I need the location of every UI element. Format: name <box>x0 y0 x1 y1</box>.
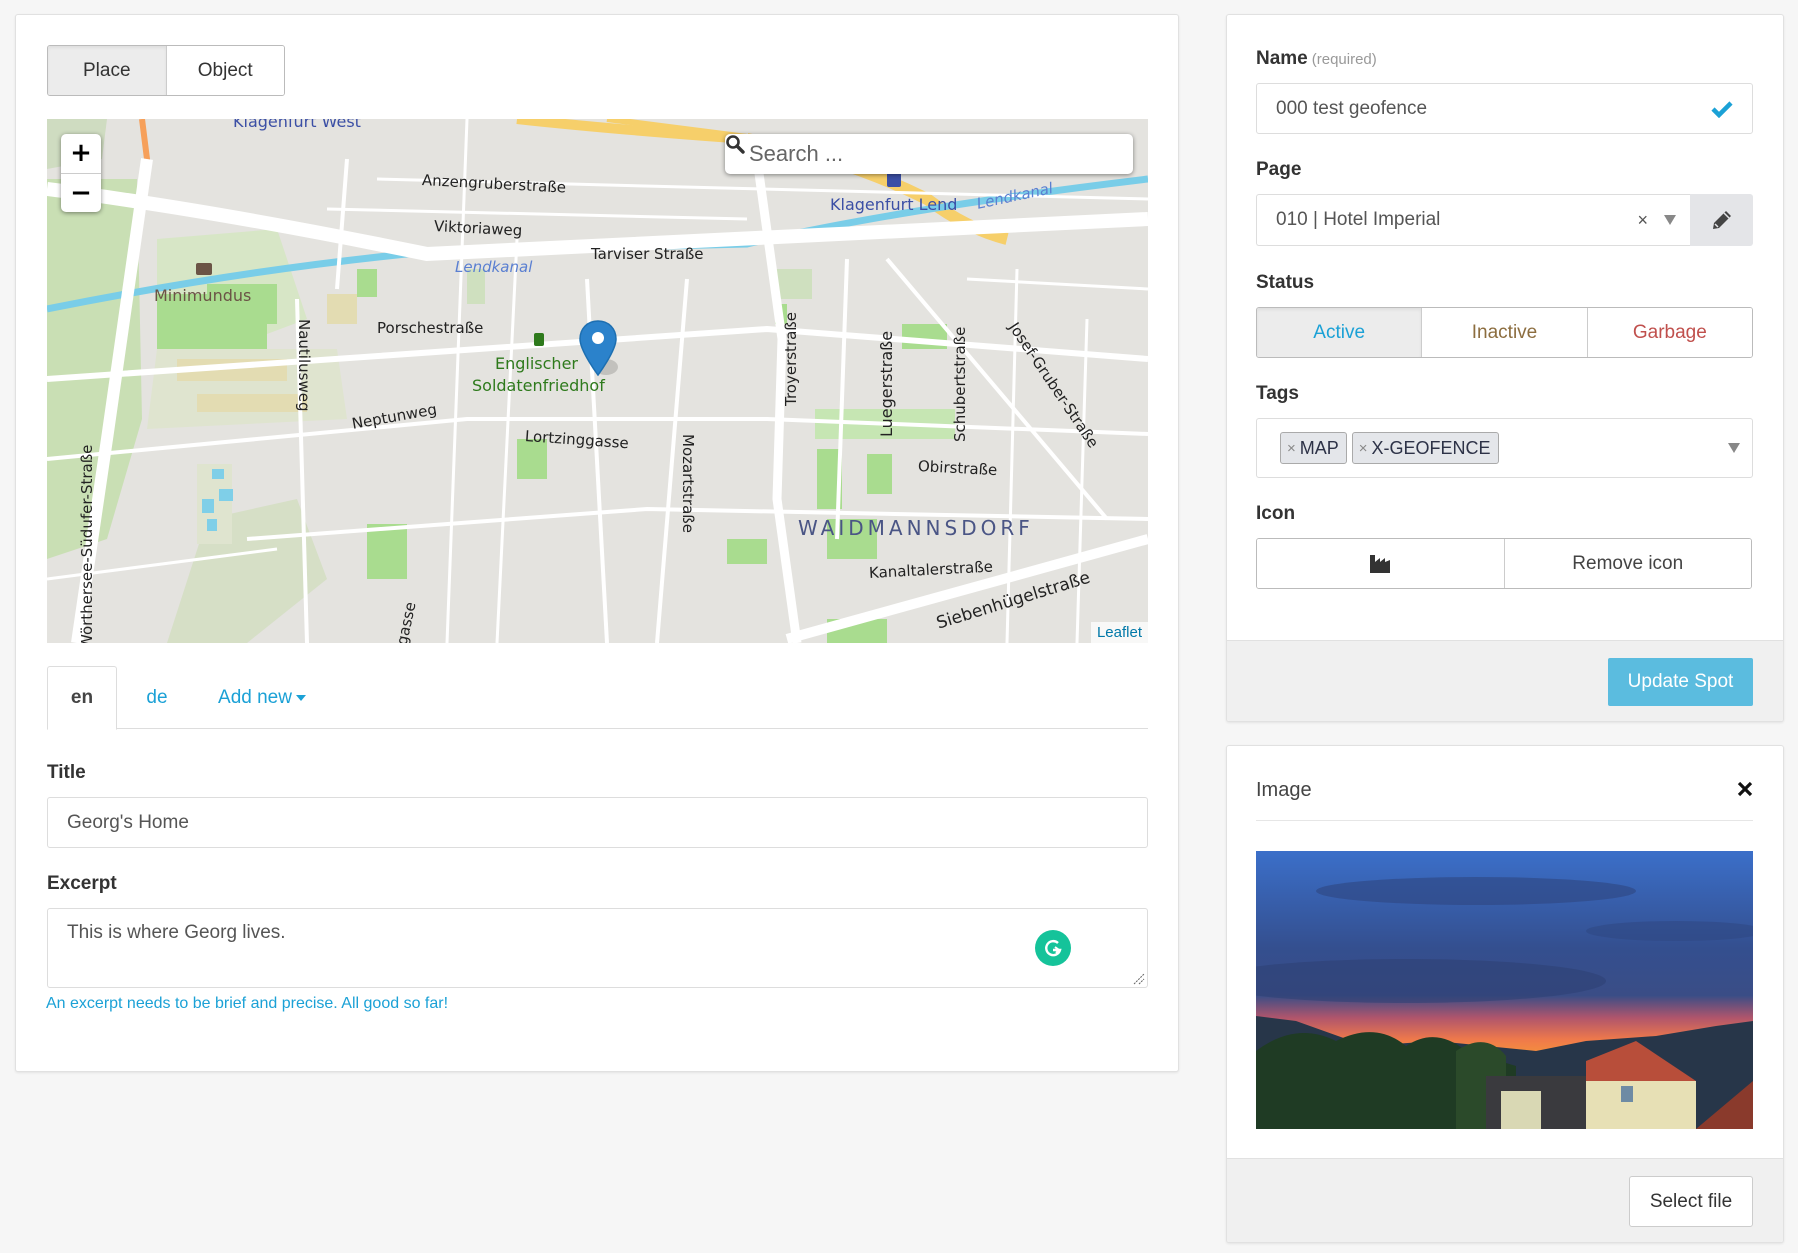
remove-icon-button[interactable]: Remove icon <box>1503 539 1751 588</box>
map-label-tarviser-strasse: Tarviser Straße <box>591 245 704 263</box>
add-new-label: Add new <box>218 686 292 708</box>
map-search-input[interactable]: Search ... <box>725 134 1133 174</box>
name-input-value: 000 test geofence <box>1276 97 1428 119</box>
tags-select[interactable]: × MAP × X-GEOFENCE <box>1256 418 1753 478</box>
map-label-luegerstrasse: Luegerstraße <box>877 330 896 437</box>
image-card-title: Image <box>1256 779 1312 801</box>
leaflet-attribution-link[interactable]: Leaflet <box>1090 622 1148 643</box>
image-card-divider <box>1256 820 1753 821</box>
toggle-place-button[interactable]: Place <box>48 46 166 95</box>
excerpt-textarea-value: This is where Georg lives. <box>67 922 286 943</box>
language-tabs: en de Add new <box>47 666 1148 730</box>
icon-label: Icon <box>1256 503 1296 524</box>
select-file-button[interactable]: Select file <box>1629 1176 1753 1227</box>
map-label-nautilusweg: Nautilusweg <box>295 319 313 412</box>
camera-icon <box>196 263 212 275</box>
choose-icon-button[interactable] <box>1257 539 1504 588</box>
zoom-in-button[interactable]: + <box>61 134 101 173</box>
status-inactive-button[interactable]: Inactive <box>1421 308 1587 357</box>
resize-handle-icon[interactable] <box>1133 973 1145 985</box>
page-label: Page <box>1256 159 1302 180</box>
checkmark-icon <box>1711 100 1733 118</box>
name-input[interactable]: 000 test geofence <box>1256 83 1753 134</box>
map[interactable]: Klagenfurt West Klagenfurt Lend Anzengru… <box>47 119 1148 643</box>
map-label-klagenfurt-lend: Klagenfurt Lend <box>830 195 958 214</box>
page-select-value: 010 | Hotel Imperial <box>1276 209 1441 230</box>
tag-label: X-GEOFENCE <box>1371 437 1491 458</box>
excerpt-textarea[interactable]: This is where Georg lives. <box>47 908 1148 988</box>
pencil-icon <box>1712 211 1731 229</box>
dropdown-arrow-icon[interactable] <box>1728 443 1740 453</box>
zoom-out-button[interactable]: − <box>61 172 101 213</box>
title-input[interactable]: Georg's Home <box>47 797 1148 848</box>
update-spot-button[interactable]: Update Spot <box>1608 658 1753 706</box>
map-label-englischer: Englischer <box>495 354 578 373</box>
search-icon <box>726 135 745 154</box>
remove-tag-button[interactable]: × <box>1359 440 1368 457</box>
map-label-woerthersee-suedufer: Wörthersee-Südufer-Straße <box>78 444 96 643</box>
industry-icon <box>1370 554 1391 573</box>
edit-page-button[interactable] <box>1690 194 1753 246</box>
map-label-troyerstrasse: Troyerstraße <box>782 312 800 406</box>
tab-de[interactable]: de <box>127 666 187 729</box>
status-toggle: Active Inactive Garbage <box>1256 307 1753 358</box>
status-garbage-button[interactable]: Garbage <box>1586 308 1752 357</box>
map-label-waidmannsdorf: WAIDMANNSDORF <box>798 516 1034 540</box>
clear-page-button[interactable]: × <box>1637 210 1648 231</box>
map-label-klagenfurt-west: Klagenfurt West <box>233 119 361 131</box>
toggle-object-button[interactable]: Object <box>165 46 284 95</box>
map-label-lendkanal: Lendkanal <box>455 258 533 276</box>
tag-chip: × MAP <box>1280 432 1347 464</box>
cemetery-icon <box>534 333 544 346</box>
close-icon <box>1737 781 1753 797</box>
grammarly-icon[interactable] <box>1035 930 1071 966</box>
place-object-toggle: Place Object <box>47 45 285 96</box>
tags-label: Tags <box>1256 383 1299 404</box>
location-marker-icon[interactable] <box>578 319 618 381</box>
title-input-value: Georg's Home <box>67 811 189 833</box>
map-zoom-control: + − <box>61 134 101 212</box>
map-label-schubertstrasse: Schubertstraße <box>951 326 969 442</box>
tab-en[interactable]: en <box>47 666 117 730</box>
remove-image-button[interactable] <box>1730 774 1760 804</box>
caret-down-icon <box>295 694 306 701</box>
remove-tag-button[interactable]: × <box>1287 440 1296 457</box>
status-label: Status <box>1256 272 1315 293</box>
name-label-text: Name <box>1256 48 1308 69</box>
name-label: Name (required) <box>1256 48 1377 70</box>
dropdown-arrow-icon[interactable] <box>1664 215 1676 225</box>
spot-image <box>1256 851 1753 1129</box>
map-label-mozartstrasse: Mozartstraße <box>679 434 697 533</box>
map-label-minimundus: Minimundus <box>154 286 252 305</box>
map-label-porschestrasse: Porschestraße <box>377 319 484 337</box>
tag-label: MAP <box>1299 437 1339 458</box>
excerpt-help-text: An excerpt needs to be brief and precise… <box>46 995 449 1012</box>
tag-chip: × X-GEOFENCE <box>1351 432 1499 464</box>
map-search-placeholder: Search ... <box>749 141 844 166</box>
page-select[interactable]: 010 | Hotel Imperial × <box>1256 194 1690 246</box>
name-required-hint: (required) <box>1311 51 1377 68</box>
add-language-dropdown[interactable]: Add new <box>207 666 317 729</box>
excerpt-label: Excerpt <box>47 873 117 894</box>
title-label: Title <box>47 762 86 783</box>
grammarly-g-glyph <box>1045 940 1062 957</box>
icon-controls: Remove icon <box>1256 538 1752 589</box>
status-active-button[interactable]: Active <box>1257 308 1422 357</box>
